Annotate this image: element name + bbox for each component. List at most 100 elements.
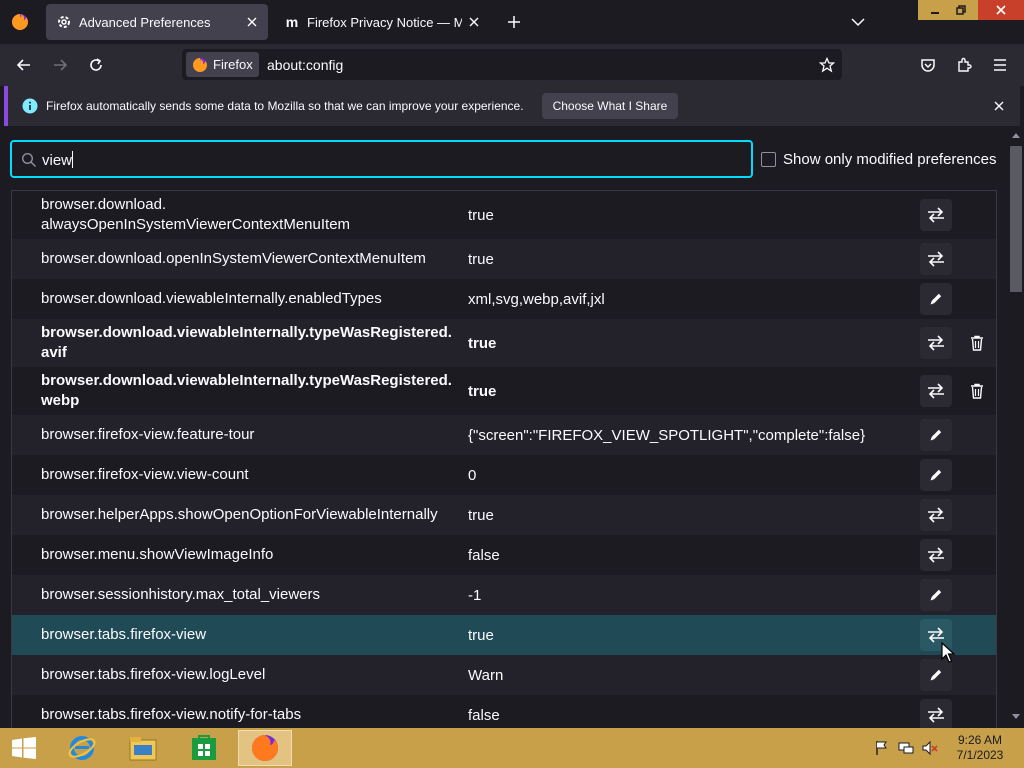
about-config-page: view Show only modified preferences brow… [0,126,1008,728]
volume-muted-icon[interactable] [922,740,938,756]
clock-time: 9:26 AM [957,733,1003,747]
restore-button[interactable] [944,0,978,20]
toggle-arrows-icon [927,383,945,399]
toggle-arrows-icon [927,547,945,563]
preference-value: true [468,206,494,224]
pencil-icon [929,588,943,602]
tab-advanced-preferences[interactable]: Advanced Preferences [46,4,268,40]
notification-text: Firefox automatically sends some data to… [46,99,524,113]
page-scrollbar[interactable] [1008,126,1024,728]
toggle-arrows-icon [927,251,945,267]
pocket-icon[interactable] [916,53,940,77]
reset-trash-icon[interactable] [968,381,986,401]
identity-box[interactable]: Firefox [186,52,259,77]
preference-name: browser.download. alwaysOpenInSystemView… [41,196,351,233]
scroll-down-arrow-icon[interactable] [1012,714,1020,720]
edit-button[interactable] [920,283,952,315]
pencil-icon [929,292,943,306]
show-modified-checkbox[interactable] [761,152,776,167]
preference-row[interactable]: browser.download.viewableInternally.enab… [12,279,996,319]
info-icon [22,98,38,114]
firefox-icon [193,57,207,72]
preferences-table: browser.download. alwaysOpenInSystemView… [11,190,997,728]
toggle-button[interactable] [920,327,952,359]
reload-button[interactable] [84,53,108,77]
preference-row[interactable]: browser.menu.showViewImageInfo false [12,535,996,575]
preference-value: false [468,706,500,724]
preference-row[interactable]: browser.firefox-view.feature-tour {"scree… [12,415,996,455]
windows-start-icon[interactable] [11,737,37,759]
preference-row[interactable]: browser.helperApps.showOpenOptionForView… [12,495,996,535]
firefox-menu-icon[interactable] [11,13,29,31]
preference-value: true [468,382,497,400]
edit-button[interactable] [920,579,952,611]
search-input-value: view [42,151,74,169]
toggle-button[interactable] [920,539,952,571]
toggle-arrows-icon [927,707,945,723]
url-bar[interactable]: Firefox about:config [182,49,842,80]
toggle-button[interactable] [920,375,952,407]
preference-value: true [468,250,494,268]
preference-row[interactable]: browser.tabs.firefox-view.notify-for-tab… [12,695,996,728]
taskbar-firefox[interactable] [238,730,292,766]
extensions-icon[interactable] [952,53,976,77]
preference-search-input[interactable]: view [10,140,753,178]
close-tab-icon[interactable] [462,10,486,34]
show-modified-label: Show only modified preferences [783,151,997,168]
toggle-button[interactable] [920,243,952,275]
url-text[interactable]: about:config [267,57,343,73]
preference-row[interactable]: browser.tabs.firefox-view true [12,615,996,655]
preference-name: browser.sessionhistory.max_total_viewers [41,586,321,603]
preference-value: -1 [468,586,482,604]
internet-explorer-icon [68,736,96,760]
toggle-arrows-icon [927,335,945,351]
taskbar-internet-explorer[interactable] [55,730,109,766]
bookmark-star-icon[interactable] [816,54,838,76]
preference-row[interactable]: browser.download.viewableInternally.type… [12,367,996,415]
preference-name: browser.tabs.firefox-view.logLevel [41,666,266,683]
preference-row[interactable]: browser.download.openInSystemViewerConte… [12,239,996,279]
app-menu-icon[interactable] [988,53,1012,77]
toggle-button[interactable] [920,699,952,728]
system-clock[interactable]: 9:26 AM 7/1/2023 [950,733,1010,763]
reset-trash-icon[interactable] [968,333,986,353]
taskbar-store[interactable] [177,730,231,766]
edit-button[interactable] [920,419,952,451]
new-tab-button[interactable] [502,10,526,34]
pencil-icon [929,468,943,482]
preference-row[interactable]: browser.download.viewableInternally.type… [12,319,996,367]
preference-row[interactable]: browser.tabs.firefox-view.logLevel Warn [12,655,996,695]
firefox-icon [252,735,278,761]
close-tab-icon[interactable] [240,10,264,34]
tab-title: Advanced Preferences [79,14,211,30]
scroll-up-arrow-icon[interactable] [1012,132,1020,138]
show-modified-toggle[interactable]: Show only modified preferences [761,151,996,168]
preference-row[interactable]: browser.sessionhistory.max_total_viewers… [12,575,996,615]
tab-firefox-privacy-notice[interactable]: m Firefox Privacy Notice — Mozill [274,4,490,40]
choose-what-i-share-button[interactable]: Choose What I Share [541,93,679,119]
taskbar-file-explorer[interactable] [116,730,170,766]
scrollbar-thumb[interactable] [1010,146,1022,292]
close-notification-icon[interactable] [990,97,1008,115]
list-all-tabs-button[interactable] [846,10,870,34]
toggle-button[interactable] [920,499,952,531]
back-button[interactable] [12,53,36,77]
forward-button[interactable] [48,53,72,77]
tab-strip: Advanced Preferences m Firefox Privacy N… [0,0,1024,44]
preference-row[interactable]: browser.firefox-view.view-count 0 [12,455,996,495]
preference-value: xml,svg,webp,avif,jxl [468,290,605,308]
edit-button[interactable] [920,459,952,491]
network-icon[interactable] [898,740,914,756]
preference-value: Warn [468,666,504,684]
pencil-icon [929,428,943,442]
preference-name: browser.download.viewableInternally.type… [41,372,452,409]
preference-row[interactable]: browser.download. alwaysOpenInSystemView… [12,191,996,239]
text-caret [72,151,74,168]
toggle-button[interactable] [920,199,952,231]
close-window-button[interactable] [978,0,1024,20]
preference-name: browser.download.openInSystemViewerConte… [41,250,426,267]
store-icon [192,735,216,760]
action-center-flag-icon[interactable] [874,740,890,756]
preference-name: browser.helperApps.showOpenOptionForView… [41,506,438,523]
clock-date: 7/1/2023 [956,748,1004,762]
